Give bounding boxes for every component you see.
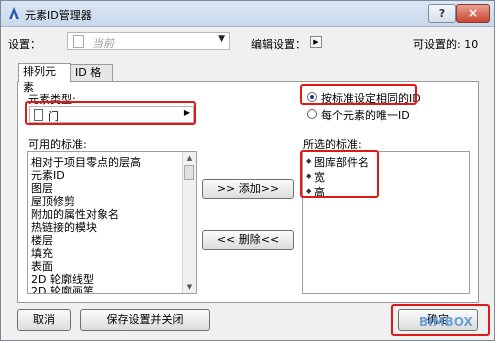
close-button[interactable]: ×	[456, 4, 490, 23]
remove-button[interactable]: << 删除<<	[202, 230, 294, 250]
scroll-thumb[interactable]	[184, 165, 194, 180]
watermark-logo: BIMBOX	[419, 315, 473, 329]
reorder-handle-icon[interactable]: ◆	[306, 187, 311, 195]
radio-same-id[interactable]	[307, 92, 317, 102]
element-id-manager-dialog: 元素ID管理器 ? × 设置： 当前 ▼ 编辑设置： ▶ 可设置的: 10 排列…	[0, 0, 495, 341]
settings-count: 可设置的: 10	[413, 38, 479, 51]
chevron-right-icon: ▶	[183, 108, 190, 117]
settings-value: 当前	[92, 37, 114, 50]
scroll-down-icon[interactable]: ▼	[183, 281, 196, 293]
scrollbar[interactable]: ▲ ▼	[182, 152, 196, 293]
archicad-app-icon	[9, 7, 19, 19]
list-item[interactable]: 宽	[314, 169, 325, 185]
chevron-down-icon: ▼	[218, 34, 225, 44]
element-type-label: 元素类型:	[28, 93, 76, 106]
edit-settings-play-button[interactable]: ▶	[310, 36, 322, 48]
list-item[interactable]: 图库部件名	[314, 154, 369, 170]
save-and-close-button[interactable]: 保存设置并关闭	[80, 309, 210, 331]
element-type-dropdown[interactable]: 门 ▶	[29, 106, 194, 123]
reorder-handle-icon[interactable]: ◆	[306, 172, 311, 180]
settings-dropdown[interactable]: 当前 ▼	[67, 32, 230, 50]
add-button[interactable]: >> 添加>>	[202, 179, 294, 199]
available-criteria-list[interactable]: 相对于项目零点的层高 元素ID 图层 屋顶修剪 附加的属性对象名 热链接的模块 …	[27, 151, 197, 294]
reorder-handle-icon[interactable]: ◆	[306, 157, 311, 165]
selected-criteria-list[interactable]: ◆ 图库部件名 ◆ 宽 ◆ 高	[302, 151, 470, 294]
settings-label: 设置：	[8, 38, 41, 51]
tab-id-format[interactable]: ID 格式	[70, 64, 113, 95]
scroll-up-icon[interactable]: ▲	[183, 152, 196, 164]
radio-same-id-label: 按标准设定相同的ID	[321, 92, 421, 105]
document-icon	[73, 35, 84, 48]
tab-arrange-elements[interactable]: 排列元素	[18, 63, 71, 94]
window-title: 元素ID管理器	[25, 9, 92, 22]
help-button[interactable]: ?	[428, 4, 456, 23]
radio-unique-id-label: 每个元素的唯一ID	[321, 109, 410, 122]
available-criteria-label: 可用的标准:	[28, 138, 87, 151]
title-bar[interactable]: 元素ID管理器 ? ×	[1, 1, 494, 27]
element-type-value: 门	[48, 110, 59, 123]
edit-settings-label: 编辑设置：	[251, 38, 306, 51]
radio-unique-id[interactable]	[307, 109, 317, 119]
list-item[interactable]: 高	[314, 184, 325, 200]
list-item[interactable]: 2D 轮廓画笔	[31, 283, 94, 293]
door-icon	[34, 109, 43, 121]
cancel-button[interactable]: 取消	[17, 309, 71, 331]
selected-criteria-label: 所选的标准:	[303, 138, 362, 151]
